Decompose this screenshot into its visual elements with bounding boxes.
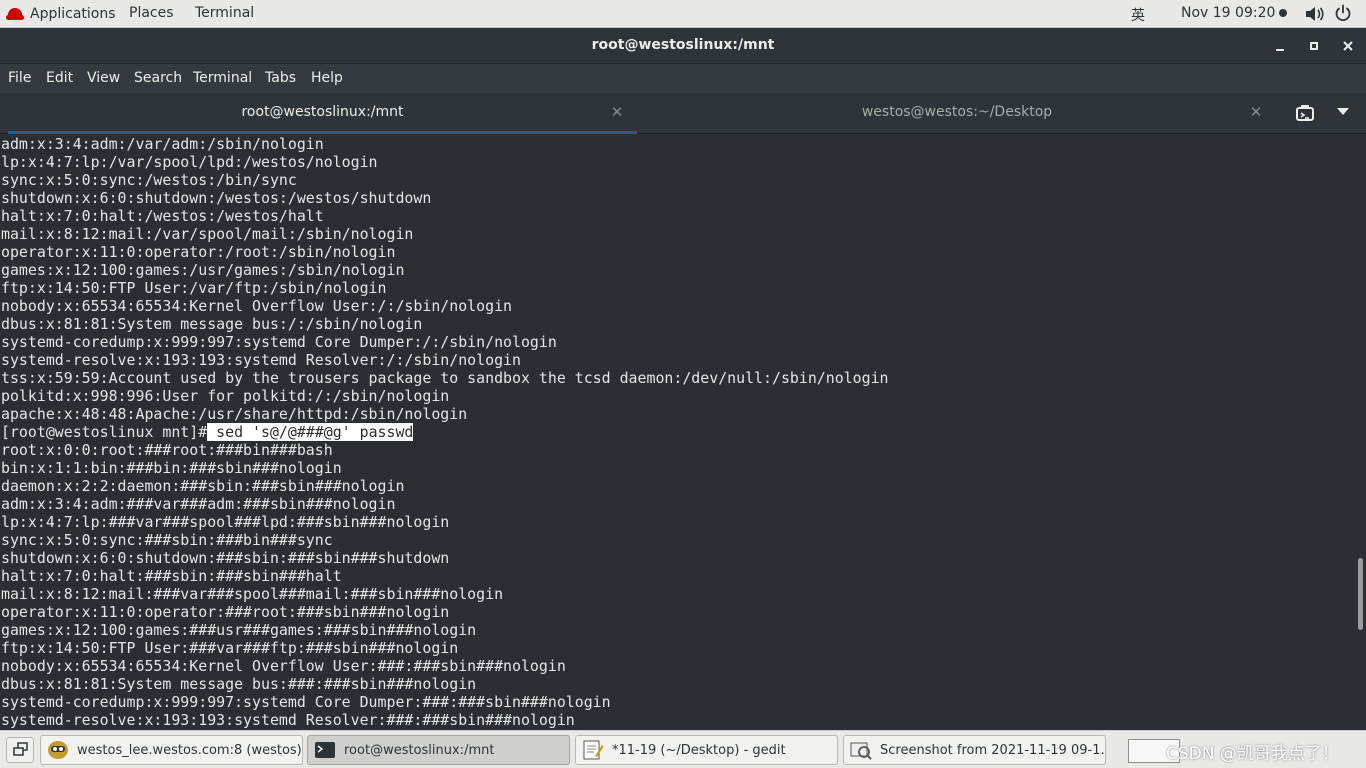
tab-close-icon[interactable]: ✕ (1248, 103, 1264, 121)
show-desktop-button[interactable] (6, 737, 34, 763)
shell-prompt: [root@westoslinux mnt]# (1, 423, 208, 441)
clock[interactable]: Nov 19 09:20 (1181, 5, 1288, 21)
volume-icon[interactable] (1304, 5, 1326, 23)
menu-help[interactable]: Help (311, 70, 343, 86)
terminal-line: systemd-coredump:x:999:997:systemd Core … (1, 333, 557, 351)
terminal-line: daemon:x:2:2:daemon:###sbin:###sbin###no… (1, 477, 405, 495)
tab-root-mnt[interactable]: root@westoslinux:/mnt ✕ (8, 93, 637, 134)
menu-search[interactable]: Search (134, 70, 182, 86)
terminal-line: root:x:0:0:root:###root:###bin###bash (1, 441, 333, 459)
taskbar-item-vnc[interactable]: westos_lee.westos.com:8 (westos) ... (40, 735, 303, 765)
notification-dot-icon (1279, 9, 1288, 17)
terminal-line: sync:x:5:0:sync:###sbin:###bin###sync (1, 531, 333, 549)
terminal-line: adm:x:3:4:adm:/var/adm:/sbin/nologin (1, 135, 324, 153)
maximize-button[interactable] (1304, 36, 1324, 56)
terminal-line: mail:x:8:12:mail:###var###spool###mail:#… (1, 585, 504, 603)
top-panel: Applications Places Terminal 英 Nov 19 09… (0, 0, 1366, 28)
terminal-line: systemd-coredump:x:999:997:systemd Core … (1, 693, 611, 711)
vnc-viewer-icon (48, 741, 68, 759)
terminal-line: tss:x:59:59:Account used by the trousers… (1, 369, 889, 387)
terminal-line: games:x:12:100:games:###usr###games:###s… (1, 621, 477, 639)
power-icon[interactable] (1334, 4, 1352, 22)
gedit-icon (583, 740, 604, 760)
applications-label: Applications (30, 6, 116, 22)
terminal-line: systemd-resolve:x:193:193:systemd Resolv… (1, 711, 575, 729)
menu-bar: File Edit View Search Terminal Tabs Help (0, 64, 1366, 93)
terminal-line: halt:x:7:0:halt:/westos:/westos/halt (1, 207, 324, 225)
minimize-button[interactable] (1270, 36, 1290, 56)
taskbar-item-screenshot[interactable]: Screenshot from 2021-11-19 09-1... (843, 735, 1106, 765)
watermark: CSDN @凯哥我点了！ (1166, 744, 1339, 764)
taskbar-item-gedit[interactable]: *11-19 (~/Desktop) - gedit (575, 735, 838, 765)
input-method-indicator[interactable]: 英 (1131, 5, 1145, 25)
taskbar-item-label: westos_lee.westos.com:8 (westos) ... (77, 742, 302, 758)
menu-view[interactable]: View (87, 70, 120, 86)
show-desktop-icon (13, 742, 28, 756)
maximize-icon (1310, 42, 1318, 50)
clock-label: Nov 19 09:20 (1181, 5, 1276, 21)
terminal-line: halt:x:7:0:halt:###sbin:###sbin###halt (1, 567, 342, 585)
terminal-line: games:x:12:100:games:/usr/games:/sbin/no… (1, 261, 405, 279)
tab-close-icon[interactable]: ✕ (609, 103, 625, 121)
terminal-line: lp:x:4:7:lp:/var/spool/lpd:/westos/nolog… (1, 153, 378, 171)
terminal-line: sync:x:5:0:sync:/westos:/bin/sync (1, 171, 297, 189)
selected-command: sed 's@/@###@g' passwd (207, 423, 414, 441)
window-titlebar[interactable]: root@westoslinux:/mnt (0, 28, 1366, 64)
terminal-line: apache:x:48:48:Apache:/usr/share/httpd:/… (1, 405, 468, 423)
terminal-line: shutdown:x:6:0:shutdown:/westos:/westos/… (1, 189, 432, 207)
terminal-line: adm:x:3:4:adm:###var###adm:###sbin###nol… (1, 495, 396, 513)
new-tab-icon[interactable] (1293, 103, 1317, 125)
tab-label: root@westoslinux:/mnt (241, 104, 404, 120)
terminal-line: polkitd:x:998:996:User for polkitd:/:/sb… (1, 387, 450, 405)
window-title: root@westoslinux:/mnt (591, 37, 775, 53)
tab-bar: root@westoslinux:/mnt ✕ westos@westos:~/… (0, 93, 1366, 134)
terminal-line: shutdown:x:6:0:shutdown:###sbin:###sbin#… (1, 549, 450, 567)
terminal-app-menu[interactable]: Terminal (195, 5, 254, 21)
terminal-line: lp:x:4:7:lp:###var###spool###lpd:###sbin… (1, 513, 450, 531)
bottom-taskbar: westos_lee.westos.com:8 (westos) ... roo… (0, 730, 1366, 768)
terminal-line: ftp:x:14:50:FTP User:/var/ftp:/sbin/nolo… (1, 279, 387, 297)
terminal-prompt-line: [root@westoslinux mnt]# sed 's@/@###@g' … (1, 423, 889, 441)
minimize-icon (1276, 49, 1284, 51)
taskbar-item-label: *11-19 (~/Desktop) - gedit (612, 742, 786, 758)
tab-label: westos@westos:~/Desktop (861, 104, 1053, 120)
terminal-view[interactable]: adm:x:3:4:adm:/var/adm:/sbin/nologin lp:x… (0, 134, 1354, 730)
close-icon (1343, 41, 1353, 51)
terminal-line: mail:x:8:12:mail:/var/spool/mail:/sbin/n… (1, 225, 414, 243)
menu-tabs[interactable]: Tabs (265, 70, 296, 86)
applications-menu[interactable]: Applications (6, 0, 116, 28)
terminal-scrollbar[interactable] (1354, 134, 1366, 730)
terminal-line: nobody:x:65534:65534:Kernel Overflow Use… (1, 297, 513, 315)
taskbar-item-label: root@westoslinux:/mnt (344, 742, 495, 758)
places-menu[interactable]: Places (129, 5, 174, 21)
taskbar-item-terminal[interactable]: root@westoslinux:/mnt (307, 735, 570, 765)
terminal-line: systemd-resolve:x:193:193:systemd Resolv… (1, 351, 521, 369)
close-button[interactable] (1338, 36, 1358, 56)
terminal-line: nobody:x:65534:65534:Kernel Overflow Use… (1, 657, 566, 675)
terminal-icon (315, 742, 335, 758)
terminal-line: dbus:x:81:81:System message bus:###:###s… (1, 675, 477, 693)
tab-menu-chevron-down-icon[interactable] (1337, 108, 1349, 115)
menu-file[interactable]: File (8, 70, 31, 86)
scrollbar-thumb[interactable] (1358, 558, 1363, 630)
terminal-line: dbus:x:81:81:System message bus:/:/sbin/… (1, 315, 423, 333)
tab-westos-desktop[interactable]: westos@westos:~/Desktop ✕ (637, 93, 1277, 134)
terminal-line: operator:x:11:0:operator:###root:###sbin… (1, 603, 450, 621)
redhat-logo-icon (6, 7, 24, 21)
image-viewer-icon (850, 742, 872, 760)
terminal-line: ftp:x:14:50:FTP User:###var###ftp:###sbi… (1, 639, 459, 657)
menu-terminal[interactable]: Terminal (193, 70, 252, 86)
menu-edit[interactable]: Edit (46, 70, 73, 86)
terminal-line: operator:x:11:0:operator:/root:/sbin/nol… (1, 243, 396, 261)
terminal-output: adm:x:3:4:adm:/var/adm:/sbin/nologin lp:x… (1, 135, 889, 729)
taskbar-item-label: Screenshot from 2021-11-19 09-1... (880, 742, 1105, 758)
terminal-line: bin:x:1:1:bin:###bin:###sbin###nologin (1, 459, 342, 477)
